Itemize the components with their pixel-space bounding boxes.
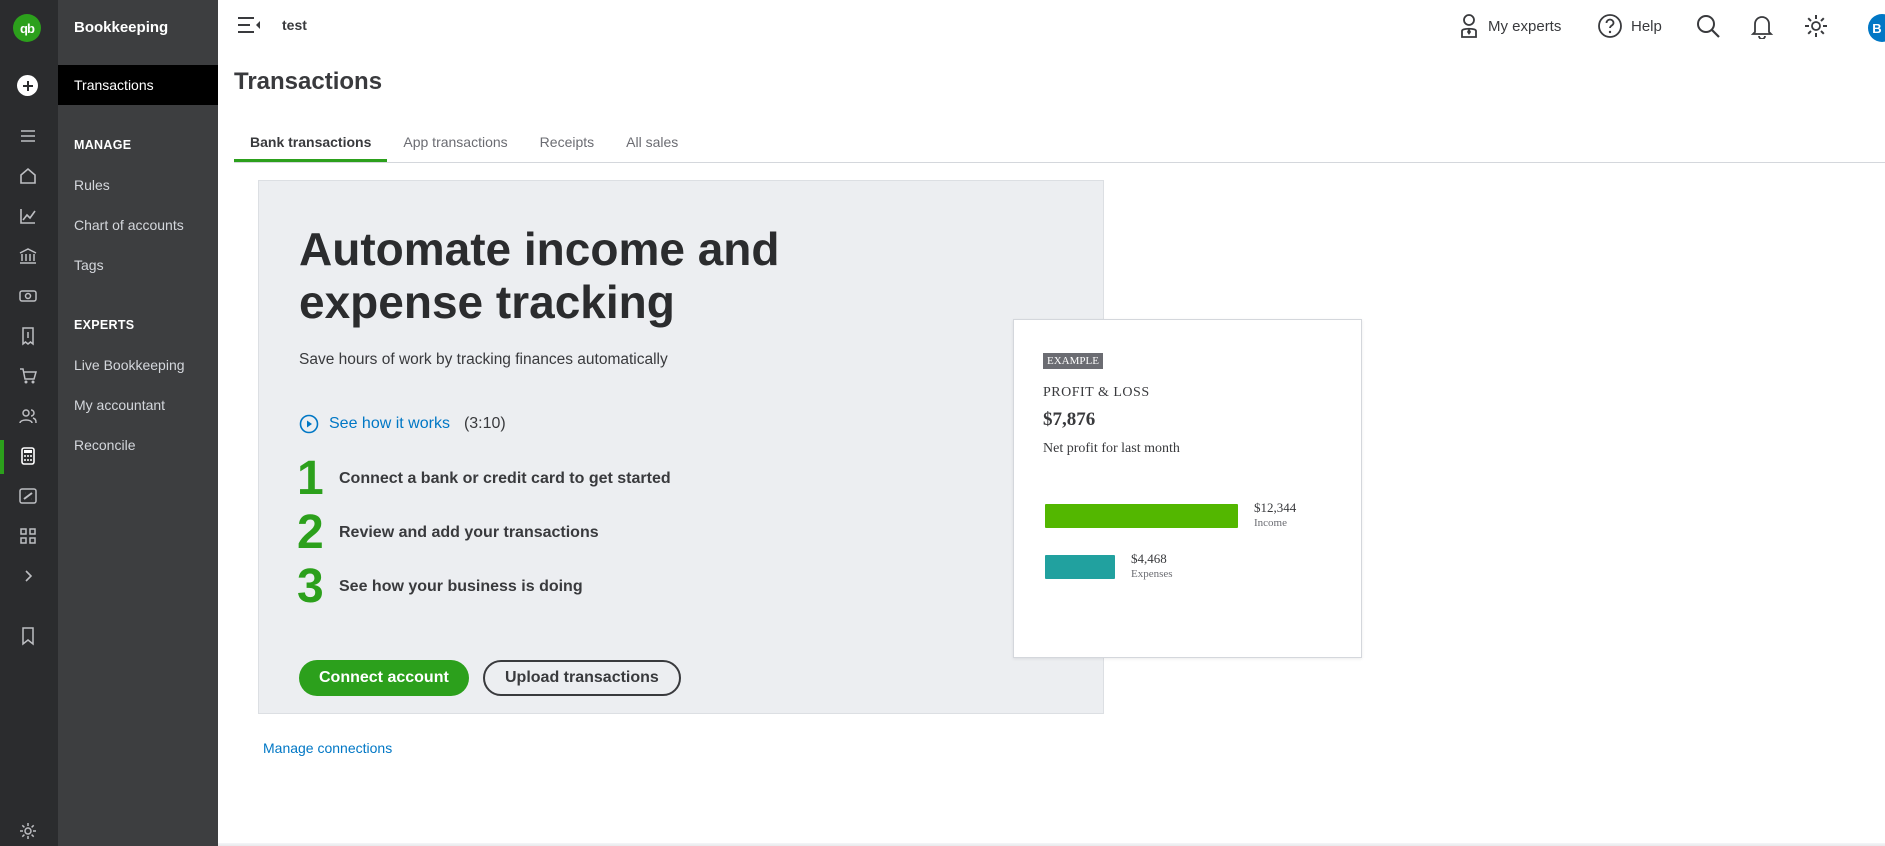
people-icon [19,409,37,424]
example-badge: EXAMPLE [1043,353,1103,369]
step-number: 3 [297,560,324,613]
bell-icon[interactable] [1749,13,1775,39]
rail-bookkeeping-button[interactable] [13,441,43,471]
panel-title: Bookkeeping [74,19,169,36]
bookmark-icon [22,627,34,646]
receipt-icon [22,327,34,346]
sidebar-item-chart-of-accounts[interactable]: Chart of accounts [74,217,184,233]
rail-reports-button[interactable] [13,201,43,231]
tab-app-transactions[interactable]: App transactions [387,128,523,163]
step-3: 3 See how your business is doing [297,561,583,613]
net-profit-value: $7,876 [1043,409,1096,430]
rail-active-indicator [0,440,4,474]
help-icon [1598,14,1622,38]
sidebar-item-transactions[interactable]: Transactions [58,65,218,105]
icon-rail: qb [0,0,58,846]
create-new-button[interactable] [17,75,38,96]
rail-expenses-button[interactable] [13,321,43,351]
money-icon [19,290,37,302]
rail-home-button[interactable] [13,161,43,191]
transactions-tabs: Bank transactions App transactions Recei… [234,128,694,163]
promo-headline: Automate income and expense tracking [299,223,780,328]
collapse-menu-icon[interactable] [236,14,262,36]
step-text: Connect a bank or credit card to get sta… [339,470,671,487]
my-experts-button[interactable]: My experts [1458,13,1561,39]
play-circle-icon [299,414,319,434]
gear-icon [20,823,36,839]
rail-sales-button[interactable] [13,281,43,311]
automate-tracking-card: Automate income and expense tracking Sav… [258,180,1104,714]
step-text: Review and add your transactions [339,524,599,541]
sidebar-item-reconcile[interactable]: Reconcile [74,437,135,453]
cart-icon [20,368,37,384]
rail-banking-button[interactable] [13,241,43,271]
net-profit-description: Net profit for last month [1043,441,1180,456]
income-bar [1045,504,1238,528]
tabs-divider [234,162,1885,163]
expert-icon [1461,14,1477,38]
quickbooks-logo[interactable]: qb [13,14,41,42]
step-text: See how your business is doing [339,578,583,595]
example-profit-loss-card: EXAMPLE PROFIT & LOSS $7,876 Net profit … [1013,319,1362,658]
help-button[interactable]: Help [1597,13,1662,39]
sidebar-section-manage: MANAGE [74,138,132,152]
sidebar-item-my-accountant[interactable]: My accountant [74,397,165,413]
sidebar-item-live-bookkeeping[interactable]: Live Bookkeeping [74,357,185,373]
bookkeeping-panel: Bookkeeping Transactions MANAGE Rules Ch… [58,0,218,846]
expenses-label: Expenses [1131,568,1173,580]
rail-expand-button[interactable] [13,561,43,591]
tax-icon [19,488,37,504]
expenses-bar [1045,555,1115,579]
step-2: 2 Review and add your transactions [297,507,599,559]
tab-bank-transactions[interactable]: Bank transactions [234,128,388,163]
expenses-value: $4,468 [1131,551,1167,566]
tab-all-sales[interactable]: All sales [610,128,694,163]
search-icon[interactable] [1695,13,1721,39]
income-value: $12,344 [1254,500,1297,515]
tab-receipts[interactable]: Receipts [524,128,610,163]
home-icon [20,167,36,184]
chevron-right-icon [25,570,33,582]
company-name[interactable]: test [282,17,307,33]
step-number: 1 [297,452,324,505]
sidebar-item-tags[interactable]: Tags [74,257,104,273]
rail-settings-button[interactable] [13,816,43,846]
connect-account-button[interactable]: Connect account [299,660,469,696]
manage-connections-link[interactable]: Manage connections [263,740,392,756]
my-experts-label: My experts [1488,17,1562,35]
bank-icon [19,248,37,264]
line-chart-icon [20,209,36,224]
rail-inventory-button[interactable] [13,361,43,391]
upload-transactions-button[interactable]: Upload transactions [483,660,681,696]
step-1: 1 Connect a bank or credit card to get s… [297,453,671,505]
see-how-it-works-link[interactable]: See how it works (3:10) [299,414,506,434]
top-bar: test My experts Help B [218,0,1885,52]
calculator-icon [21,447,35,465]
step-number: 2 [297,506,324,559]
income-label: Income [1254,517,1287,529]
sidebar-section-experts: EXPERTS [74,318,135,332]
rail-apps-button[interactable] [13,521,43,551]
app-root: qb Bookkeeping Transactions MANAGE Rules… [0,0,1885,846]
sidebar-item-rules[interactable]: Rules [74,177,110,193]
rail-customers-button[interactable] [13,401,43,431]
video-duration: (3:10) [463,415,506,432]
settings-gear-icon[interactable] [1803,13,1829,39]
help-label: Help [1631,17,1662,35]
profit-loss-label: PROFIT & LOSS [1043,385,1150,400]
page-title: Transactions [234,68,383,95]
rail-bookmarks-button[interactable] [13,621,43,651]
rail-taxes-button[interactable] [13,481,43,511]
video-link-label: See how it works [329,415,450,432]
grid-icon [20,528,36,544]
rail-menu-button[interactable] [13,121,43,151]
promo-subtitle: Save hours of work by tracking finances … [299,351,668,368]
plus-icon [22,80,33,91]
user-avatar[interactable]: B [1868,14,1885,42]
list-icon [21,130,35,142]
